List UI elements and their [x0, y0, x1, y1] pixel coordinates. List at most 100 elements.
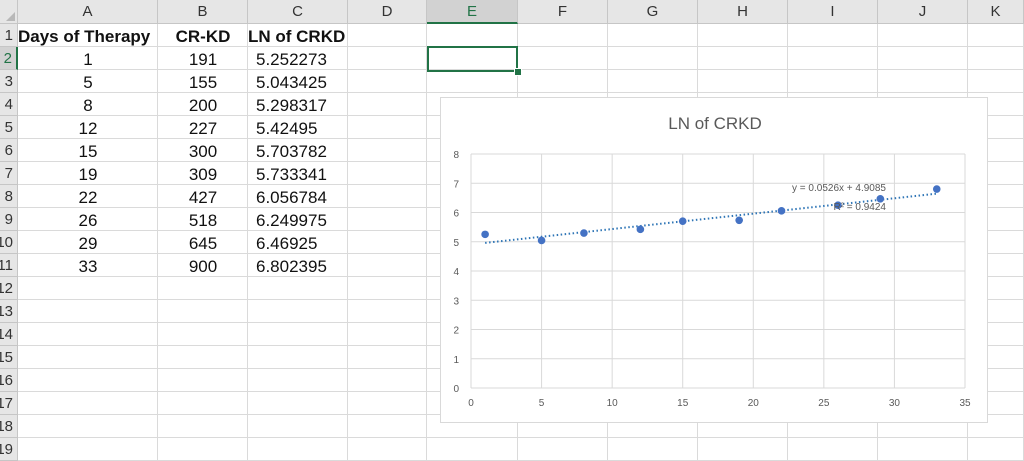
y-tick-label: 1	[453, 355, 459, 366]
cell-ln-crkd[interactable]: 5.252273	[248, 48, 356, 71]
x-tick-label: 15	[677, 398, 689, 409]
chart-title: LN of CRKD	[668, 114, 762, 133]
chart-svg: LN of CRKD 0 1 2 3 4 5 6 7 8 0 5 10 15 20 25 30 35 y = 0.0…	[453, 114, 971, 409]
cell-days-of-therapy[interactable]: 22	[18, 186, 158, 209]
x-tick-label: 5	[539, 398, 545, 409]
data-point	[481, 230, 489, 239]
row-header-17[interactable]: 17	[0, 392, 18, 415]
cell-days-of-therapy[interactable]: 1	[18, 48, 158, 71]
row-header-15[interactable]: 15	[0, 346, 18, 369]
x-tick-label: 20	[748, 398, 760, 409]
cell-crkd[interactable]: 427	[158, 186, 248, 209]
cell-ln-crkd[interactable]: 5.043425	[248, 71, 356, 94]
y-tick-label: 8	[453, 150, 459, 161]
column-header-b[interactable]: B	[158, 0, 248, 24]
row-header-12[interactable]: 12	[0, 277, 18, 300]
data-point	[636, 225, 645, 234]
cell-ln-crkd[interactable]: 5.733341	[248, 163, 356, 186]
row-header-14[interactable]: 14	[0, 323, 18, 346]
fill-handle[interactable]	[514, 68, 522, 76]
spreadsheet-grid[interactable]: ABCDEFGHIJK 1234567891011121314151617181…	[0, 0, 1024, 461]
grid-line-horizontal	[18, 437, 1024, 438]
y-tick-label: 6	[453, 209, 459, 220]
cell-crkd[interactable]: 309	[158, 163, 248, 186]
y-tick-label: 4	[453, 267, 459, 278]
cell-b1[interactable]: CR-KD	[158, 25, 248, 48]
cell-crkd[interactable]: 155	[158, 71, 248, 94]
column-header-h[interactable]: H	[698, 0, 788, 24]
cell-crkd[interactable]: 518	[158, 209, 248, 232]
x-tick-label: 0	[468, 398, 474, 409]
x-tick-label: 10	[607, 398, 619, 409]
cell-c1[interactable]: LN of CRKD	[248, 25, 348, 48]
cell-days-of-therapy[interactable]: 5	[18, 71, 158, 94]
data-point	[735, 216, 743, 225]
column-header-i[interactable]: I	[788, 0, 878, 24]
column-header-j[interactable]: J	[878, 0, 968, 24]
cell-crkd[interactable]: 300	[158, 140, 248, 163]
grid-line-vertical	[426, 24, 427, 461]
column-header-e[interactable]: E	[427, 0, 518, 24]
data-point	[777, 207, 786, 215]
y-tick-label: 2	[453, 326, 459, 337]
y-tick-label: 3	[453, 296, 459, 307]
row-header-7[interactable]: 7	[0, 162, 18, 185]
cell-days-of-therapy[interactable]: 15	[18, 140, 158, 163]
column-header-g[interactable]: G	[608, 0, 698, 24]
cell-crkd[interactable]: 200	[158, 94, 248, 117]
column-header-f[interactable]: F	[518, 0, 608, 24]
y-tick-label: 0	[453, 384, 459, 395]
cell-days-of-therapy[interactable]: 8	[18, 94, 158, 117]
cell-ln-crkd[interactable]: 6.056784	[248, 186, 356, 209]
cell-crkd[interactable]: 900	[158, 255, 248, 278]
trendline-equation: y = 0.0526x + 4.9085	[792, 183, 886, 194]
cell-crkd[interactable]: 227	[158, 117, 248, 140]
row-header-2[interactable]: 2	[0, 47, 18, 70]
x-tick-label: 30	[889, 398, 901, 409]
data-point	[678, 217, 687, 225]
data-point	[932, 185, 941, 193]
data-point	[580, 229, 588, 237]
column-header-c[interactable]: C	[248, 0, 348, 24]
cell-ln-crkd[interactable]: 5.42495	[248, 117, 356, 140]
row-header-13[interactable]: 13	[0, 300, 18, 323]
cell-ln-crkd[interactable]: 5.703782	[248, 140, 356, 163]
cell-days-of-therapy[interactable]: 26	[18, 209, 158, 232]
cell-ln-crkd[interactable]: 5.298317	[248, 94, 356, 117]
row-header-1[interactable]: 1	[0, 24, 18, 47]
column-header-d[interactable]: D	[348, 0, 427, 24]
row-header-5[interactable]: 5	[0, 116, 18, 139]
row-header-4[interactable]: 4	[0, 93, 18, 116]
cell-c1-text: LN of CRKD	[248, 27, 346, 46]
row-header-11[interactable]: 11	[0, 254, 18, 277]
active-cell-e2[interactable]	[427, 46, 518, 72]
cell-crkd[interactable]: 191	[158, 48, 248, 71]
row-header-8[interactable]: 8	[0, 185, 18, 208]
row-header-18[interactable]: 18	[0, 415, 18, 438]
data-point	[537, 236, 546, 245]
cell-days-of-therapy[interactable]: 12	[18, 117, 158, 140]
cell-ln-crkd[interactable]: 6.802395	[248, 255, 356, 278]
column-header-a[interactable]: A	[18, 0, 158, 24]
y-tick-label: 7	[453, 179, 459, 190]
scatter-chart[interactable]: LN of CRKD 0 1 2 3 4 5 6 7 8 0 5 10 15 20 25 30 35 y = 0.0…	[440, 97, 988, 423]
row-header-19[interactable]: 19	[0, 438, 18, 461]
row-header-9[interactable]: 9	[0, 208, 18, 231]
cell-days-of-therapy[interactable]: 19	[18, 163, 158, 186]
column-header-k[interactable]: K	[968, 0, 1024, 24]
cell-ln-crkd[interactable]: 6.249975	[248, 209, 356, 232]
select-all-corner[interactable]	[0, 0, 18, 24]
cell-a1[interactable]: Days of Therapy	[18, 25, 158, 48]
cell-crkd[interactable]: 645	[158, 232, 248, 255]
trendline-r-squared: R² = 0.9424	[833, 202, 886, 213]
row-header-3[interactable]: 3	[0, 70, 18, 93]
cell-ln-crkd[interactable]: 6.46925	[248, 232, 356, 255]
x-tick-label: 35	[959, 398, 971, 409]
row-header-10[interactable]: 10	[0, 231, 18, 254]
y-tick-label: 5	[453, 238, 459, 249]
x-tick-label: 25	[818, 398, 830, 409]
cell-days-of-therapy[interactable]: 33	[18, 255, 158, 278]
row-header-6[interactable]: 6	[0, 139, 18, 162]
row-header-16[interactable]: 16	[0, 369, 18, 392]
cell-days-of-therapy[interactable]: 29	[18, 232, 158, 255]
